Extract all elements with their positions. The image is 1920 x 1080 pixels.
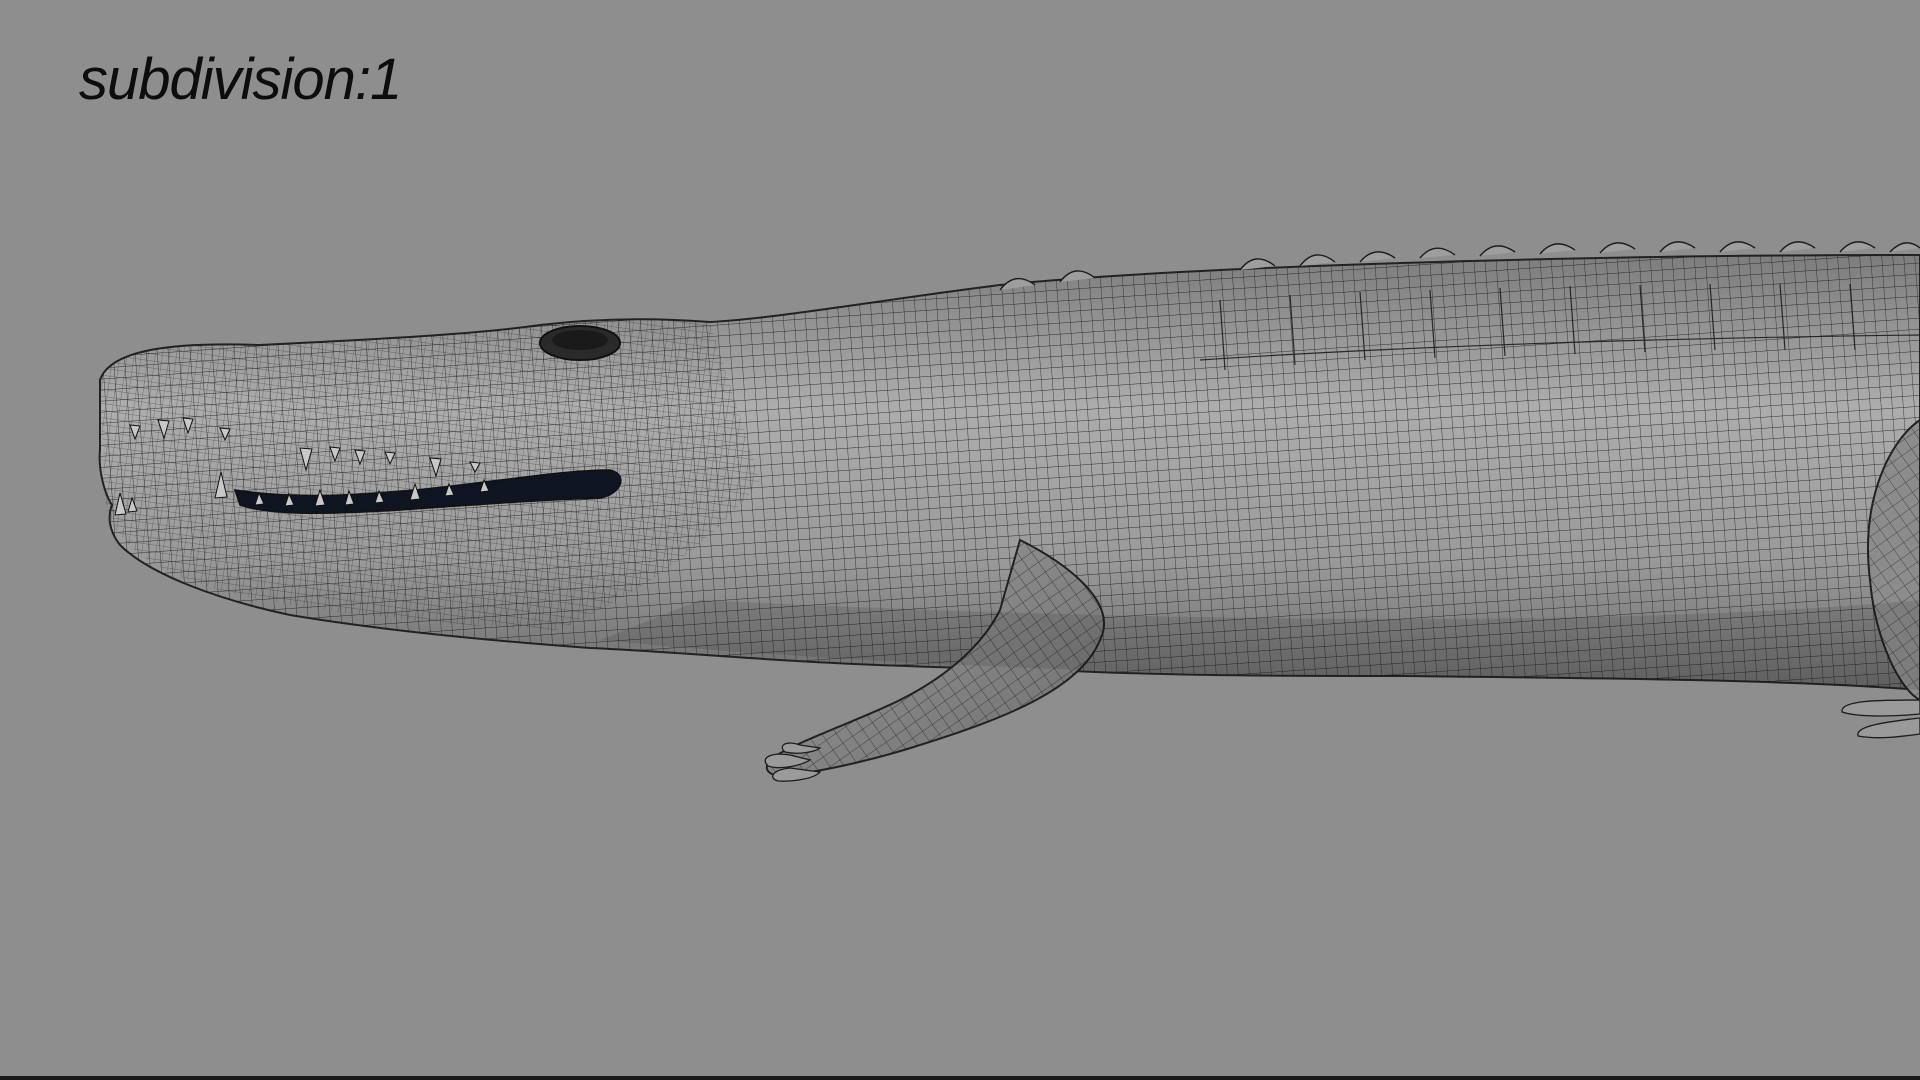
3d-viewport[interactable]: subdivision:1 [0, 0, 1920, 1076]
viewport-bottom-border [0, 1076, 1920, 1080]
crocodile-mesh-render [98, 241, 1920, 782]
rear-toes [1841, 699, 1920, 739]
subdivision-level-label: subdivision:1 [79, 47, 402, 112]
